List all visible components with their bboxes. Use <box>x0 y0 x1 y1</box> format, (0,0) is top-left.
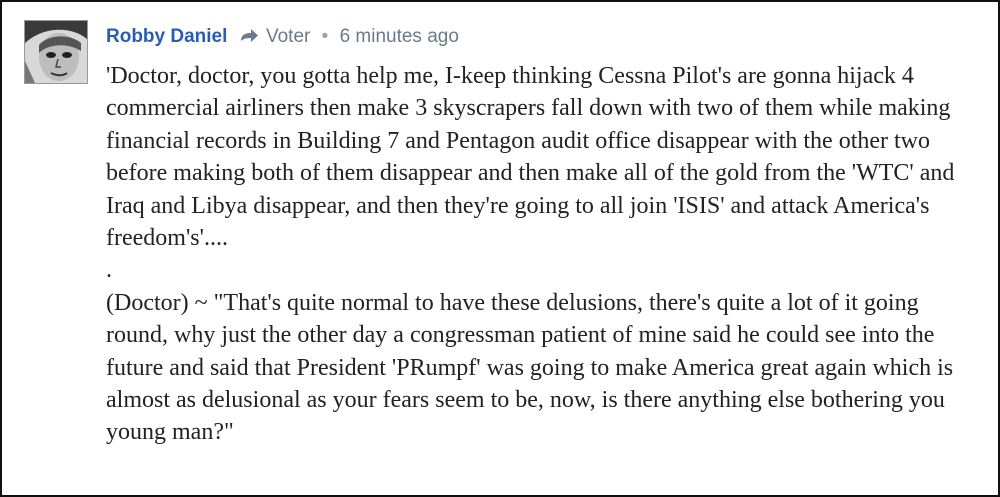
comment-paragraph: (Doctor) ~ "That's quite normal to have … <box>106 289 954 446</box>
comment-card: Robby Daniel Voter • 6 minutes ago 'Doct… <box>0 0 1000 497</box>
reply-arrow-icon <box>239 26 259 52</box>
comment-paragraph: . <box>106 257 112 284</box>
comment-header: Robby Daniel Voter • 6 minutes ago <box>106 24 459 50</box>
reply-to-link[interactable]: Voter <box>266 26 310 47</box>
meta-separator: • <box>321 26 329 47</box>
user-avatar[interactable] <box>24 20 88 84</box>
comment-timestamp-link[interactable]: 6 minutes ago <box>340 26 459 47</box>
avatar-face-icon <box>25 21 87 83</box>
comment-body: 'Doctor, doctor, you gotta help me, I-ke… <box>106 60 986 449</box>
author-name-link[interactable]: Robby Daniel <box>106 26 227 47</box>
comment-paragraph: 'Doctor, doctor, you gotta help me, I-ke… <box>106 63 955 252</box>
